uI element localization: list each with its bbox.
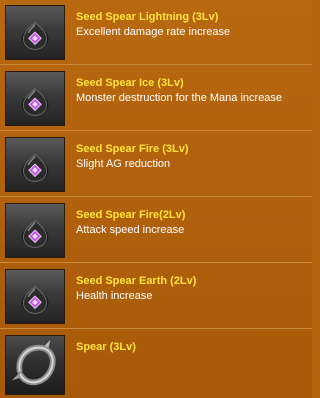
list-item-seed-spear-earth[interactable]: Seed Spear Earth (2Lv) Health increase xyxy=(0,264,312,329)
seed-icon xyxy=(5,71,65,126)
item-title: Seed Spear Lightning (3Lv) xyxy=(76,11,219,23)
item-description: Health increase xyxy=(76,290,153,302)
list-item-seed-spear-fire-3[interactable]: Seed Spear Fire (3Lv) Slight AG reductio… xyxy=(0,132,312,197)
list-item-seed-spear-ice[interactable]: Seed Spear Ice (3Lv) Monster destruction… xyxy=(0,66,312,131)
item-title: Spear (3Lv) xyxy=(76,341,136,353)
item-description: Excellent damage rate increase xyxy=(76,26,231,38)
list-item-seed-spear-fire-2[interactable]: Seed Spear Fire(2Lv) Attack speed increa… xyxy=(0,198,312,263)
item-title: Seed Spear Earth (2Lv) xyxy=(76,275,197,287)
seed-icon xyxy=(5,137,65,192)
item-list: Seed Spear Lightning (3Lv) Excellent dam… xyxy=(0,0,312,398)
list-item-seed-spear-lightning[interactable]: Seed Spear Lightning (3Lv) Excellent dam… xyxy=(0,0,312,65)
seed-icon xyxy=(5,5,65,60)
seed-icon xyxy=(5,203,65,258)
item-title: Seed Spear Fire (3Lv) xyxy=(76,143,189,155)
list-item-spear[interactable]: Spear (3Lv) xyxy=(0,330,312,398)
spear-ring-icon xyxy=(5,335,65,395)
item-title: Seed Spear Fire(2Lv) xyxy=(76,209,186,221)
seed-icon xyxy=(5,269,65,324)
item-description: Monster destruction for the Mana increas… xyxy=(76,92,283,104)
item-description: Attack speed increase xyxy=(76,224,185,236)
item-title: Seed Spear Ice (3Lv) xyxy=(76,77,184,89)
item-description: Slight AG reduction xyxy=(76,158,171,170)
